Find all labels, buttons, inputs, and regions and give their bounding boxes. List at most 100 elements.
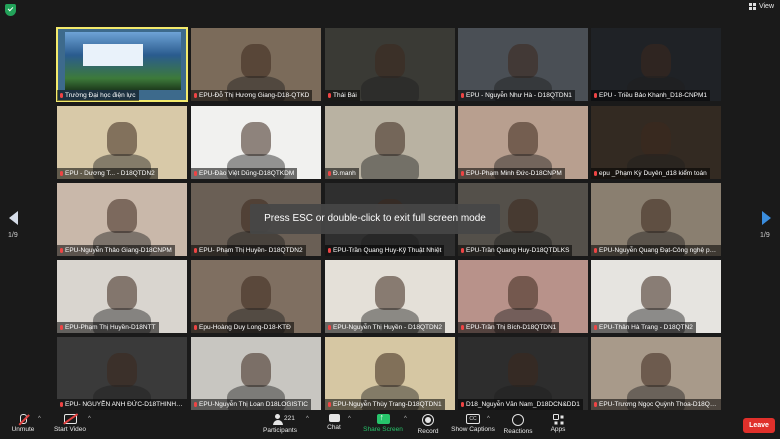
share-options-chevron-icon[interactable]: ^	[404, 416, 407, 422]
unmute-button[interactable]: Unmute	[8, 411, 38, 439]
participant-video-tile[interactable]: Epu-Hoàng Duy Long-D18-KTĐ	[191, 260, 321, 333]
participant-name-text: Thái Bái	[333, 92, 357, 99]
participant-name-label: EPU- NGUYỄN ANH ĐỨC-D18THINHNGA...	[57, 399, 187, 410]
previous-page-icon[interactable]	[9, 211, 18, 225]
participant-name-text: epu _Phạm Kỳ Duyên_d18 kiểm toán	[599, 170, 707, 177]
participant-name-text: EPU-Trần Thị Bích-D18QTDN1	[466, 324, 557, 331]
participant-video-tile[interactable]: EPU-Phạm Thị Huyền-D18NTT	[57, 260, 187, 333]
chat-label: Chat	[327, 424, 341, 431]
participant-name-label: EPU-Trần Quang Huy-D18QTDLKS	[458, 245, 573, 256]
captions-chevron-icon[interactable]: ^	[487, 416, 490, 422]
participant-silhouette-body	[361, 76, 419, 101]
participants-button[interactable]: 221 Participants	[260, 411, 300, 439]
participant-name-text: D18_Nguyễn Văn Nam_D18DCN&DD1	[466, 401, 580, 408]
participant-silhouette	[241, 44, 271, 78]
muted-mic-icon	[60, 248, 63, 253]
muted-mic-icon	[594, 171, 597, 176]
participant-video-tile[interactable]: EPU-Nguyễn Thảo Giang-D18CNPM	[57, 183, 187, 256]
participant-video-tile[interactable]: EPU-Trần Thị Bích-D18QTDN1	[458, 260, 588, 333]
video-off-icon	[63, 414, 77, 424]
participant-video-tile[interactable]: EPU- NGUYỄN ANH ĐỨC-D18THINHNGA...	[57, 337, 187, 410]
participant-silhouette	[508, 353, 538, 387]
participant-video-tile[interactable]: Thái Bái	[325, 28, 455, 101]
show-captions-label: Show Captions	[451, 426, 495, 433]
participant-name-text: EPU-Nguyễn Quang Đạt-Công nghệ ph...	[599, 247, 719, 254]
security-shield-icon[interactable]	[5, 4, 16, 16]
participant-video-tile[interactable]: EPU-Nguyễn Thị Huyền - D18QTDN2	[325, 260, 455, 333]
participant-name-text: EPU - Triều Bảo Khanh_D18-CNPM1	[599, 92, 708, 99]
participant-video-tile[interactable]: Trường Đại học điện lực	[56, 27, 188, 102]
view-button[interactable]: View	[748, 3, 774, 10]
participant-name-text: EPU - Nguyễn Như Hà - D18QTDN1	[466, 92, 572, 99]
muted-microphone-icon	[19, 414, 27, 424]
participant-silhouette	[641, 276, 671, 310]
shared-stage-video	[65, 32, 181, 90]
muted-mic-icon	[194, 93, 197, 98]
participant-silhouette	[641, 122, 671, 156]
share-screen-icon	[376, 412, 390, 424]
participant-name-text: EPU-Nguyễn Thảo Giang-D18CNPM	[65, 247, 172, 254]
muted-mic-icon	[194, 325, 197, 330]
muted-mic-icon	[594, 248, 597, 253]
participant-name-label: EPU-Nguyễn Thị Huyền - D18QTDN2	[325, 322, 445, 333]
participant-video-tile[interactable]: EPU-Nguyễn Thị Loan D18LOGISTIC	[191, 337, 321, 410]
muted-mic-icon	[328, 402, 331, 407]
participant-name-label: EPU-Đào Việt Dũng-D18QTKDM	[191, 168, 298, 179]
participant-name-text: Epu-Hoàng Duy Long-D18-KTĐ	[199, 324, 291, 331]
participant-video-tile[interactable]: EPU-Nguyễn Quang Đạt-Công nghệ ph...	[591, 183, 721, 256]
record-icon	[422, 414, 434, 426]
muted-mic-icon	[60, 171, 63, 176]
muted-mic-icon	[60, 402, 63, 407]
muted-mic-icon	[328, 325, 331, 330]
participants-chevron-icon[interactable]: ^	[306, 416, 309, 422]
participant-name-text: EPU-Trần Quang Huy-Kỹ Thuật Nhiệt	[333, 247, 442, 254]
chat-chevron-icon[interactable]: ^	[348, 416, 351, 422]
participant-name-label: EPU-Đỗ Thị Hương Giang-D18-QTKD	[191, 90, 313, 101]
muted-mic-icon	[60, 93, 63, 98]
participant-silhouette	[375, 276, 405, 310]
apps-icon	[553, 414, 563, 424]
apps-button[interactable]: Apps	[546, 411, 570, 439]
muted-mic-icon	[194, 248, 197, 253]
participant-video-tile[interactable]: EPU-Đỗ Thị Hương Giang-D18-QTKD	[191, 28, 321, 101]
participant-name-label: EPU - Nguyễn Như Hà - D18QTDN1	[458, 90, 575, 101]
start-video-button[interactable]: Start Video	[52, 411, 88, 439]
next-page-icon[interactable]	[762, 211, 771, 225]
participant-silhouette	[241, 353, 271, 387]
participant-video-tile[interactable]: epu _Phạm Kỳ Duyên_d18 kiểm toán	[591, 106, 721, 179]
participant-video-tile[interactable]: EPU-Trương Ngọc Quỳnh Thoa-D18QTDN1	[591, 337, 721, 410]
participant-name-label: EPU-Trương Ngọc Quỳnh Thoa-D18QTDN1	[591, 399, 721, 410]
muted-mic-icon	[594, 93, 597, 98]
audio-options-chevron-icon[interactable]: ^	[38, 416, 41, 422]
leave-button[interactable]: Leave	[743, 418, 775, 433]
participant-video-tile[interactable]: EPU-Phạm Minh Đức-D18CNPM	[458, 106, 588, 179]
participant-video-tile[interactable]: EPU - Nguyễn Như Hà - D18QTDN1	[458, 28, 588, 101]
participant-video-tile[interactable]: EPU - Triều Bảo Khanh_D18-CNPM1	[591, 28, 721, 101]
participant-video-tile[interactable]: D18_Nguyễn Văn Nam_D18DCN&DD1	[458, 337, 588, 410]
participant-name-label: EPU - Triều Bảo Khanh_D18-CNPM1	[591, 90, 711, 101]
muted-mic-icon	[594, 325, 597, 330]
muted-mic-icon	[461, 402, 464, 407]
participant-video-tile[interactable]: Đ.manh	[325, 106, 455, 179]
participant-video-tile[interactable]: EPU-Thân Hà Trang - D18QTN2	[591, 260, 721, 333]
muted-mic-icon	[594, 402, 597, 407]
share-screen-button[interactable]: Share Screen	[362, 411, 404, 439]
page-indicator-left: 1/9	[8, 232, 18, 239]
participant-video-tile[interactable]: EPU-Đào Việt Dũng-D18QTKDM	[191, 106, 321, 179]
muted-mic-icon	[461, 248, 464, 253]
video-options-chevron-icon[interactable]: ^	[88, 416, 91, 422]
participant-name-label: EPU-Nguyễn Thùy Trang-D18QTDN1	[325, 399, 445, 410]
participant-silhouette	[375, 44, 405, 78]
top-bar: View	[0, 0, 780, 22]
chat-icon	[328, 414, 340, 422]
muted-mic-icon	[461, 171, 464, 176]
reactions-button[interactable]: Reactions	[502, 411, 534, 439]
participant-video-tile[interactable]: EPU - Dương T... - D18QTDN2	[57, 106, 187, 179]
record-button[interactable]: Record	[414, 411, 442, 439]
participant-name-label: D18_Nguyễn Văn Nam_D18DCN&DD1	[458, 399, 583, 410]
participant-video-tile[interactable]: EPU-Nguyễn Thùy Trang-D18QTDN1	[325, 337, 455, 410]
participant-name-label: EPU-Nguyễn Thị Loan D18LOGISTIC	[191, 399, 311, 410]
chat-button[interactable]: Chat	[322, 411, 346, 439]
fullscreen-toast: Press ESC or double-click to exit full s…	[250, 204, 500, 234]
participant-name-label: EPU-Nguyễn Thảo Giang-D18CNPM	[57, 245, 175, 256]
